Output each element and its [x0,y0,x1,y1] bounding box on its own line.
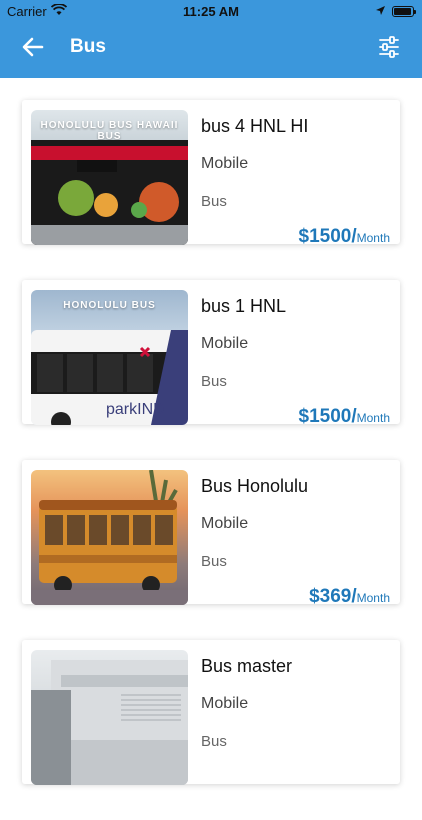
listing-title: Bus Honolulu [201,476,309,496]
listing-card[interactable]: Bus master Mobile Bus [22,640,400,785]
listing-category: Bus [201,373,227,390]
price-unit: Month [356,411,390,425]
listing-price: $1500/Month [299,226,390,248]
listing-subtitle: Mobile [201,335,249,352]
battery-fill [394,8,412,15]
listing-subtitle: Mobile [201,155,249,172]
price-unit: Month [356,591,390,605]
svg-text:parkIND: parkIND [106,401,165,418]
filter-sliders-icon [378,35,400,63]
price-unit: Month [356,231,390,245]
status-time: 11:25 AM [183,4,239,19]
battery-icon [392,6,416,17]
listing-category: Bus [201,553,227,570]
listing-price: $1500/Month [299,406,390,428]
listing-subtitle: Mobile [201,515,249,532]
listing-card[interactable]: HONOLULU BUS HAWAII BUS bus 4 HNL HI Mob… [22,100,400,247]
listing-image: HONOLULU BUS HAWAII BUS [31,110,188,245]
listing-title: Bus master [201,656,293,676]
price-amount: $1500/ [298,226,357,247]
status-right [375,4,416,19]
listing-category: Bus [201,193,227,210]
listing-image: HONOLULU BUS parkIND [31,290,188,425]
listing-category: Bus [201,733,227,750]
price-amount: $369/ [309,586,357,607]
status-bar: Carrier 11:25 AM [0,0,422,22]
page-title: Bus [70,36,106,57]
listing-title: bus 4 HNL HI [201,116,309,136]
filter-button[interactable] [372,32,406,66]
price-amount: $1500/ [298,406,357,427]
back-button[interactable] [18,34,48,64]
listing-title: bus 1 HNL [201,296,287,316]
back-arrow-icon [22,37,44,62]
listing-subtitle: Mobile [201,695,249,712]
listing-list: HONOLULU BUS HAWAII BUS bus 4 HNL HI Mob… [22,100,400,820]
listing-card[interactable]: Bus Honolulu Mobile Bus $369/Month [22,460,400,607]
listing-card[interactable]: HONOLULU BUS parkIND bus 1 HNL Mobile Bu… [22,280,400,427]
location-arrow-icon [375,4,386,19]
nav-bar: Bus [0,22,422,78]
listing-image [31,470,188,605]
listing-price: $369/Month [309,586,390,608]
listing-image [31,650,188,785]
